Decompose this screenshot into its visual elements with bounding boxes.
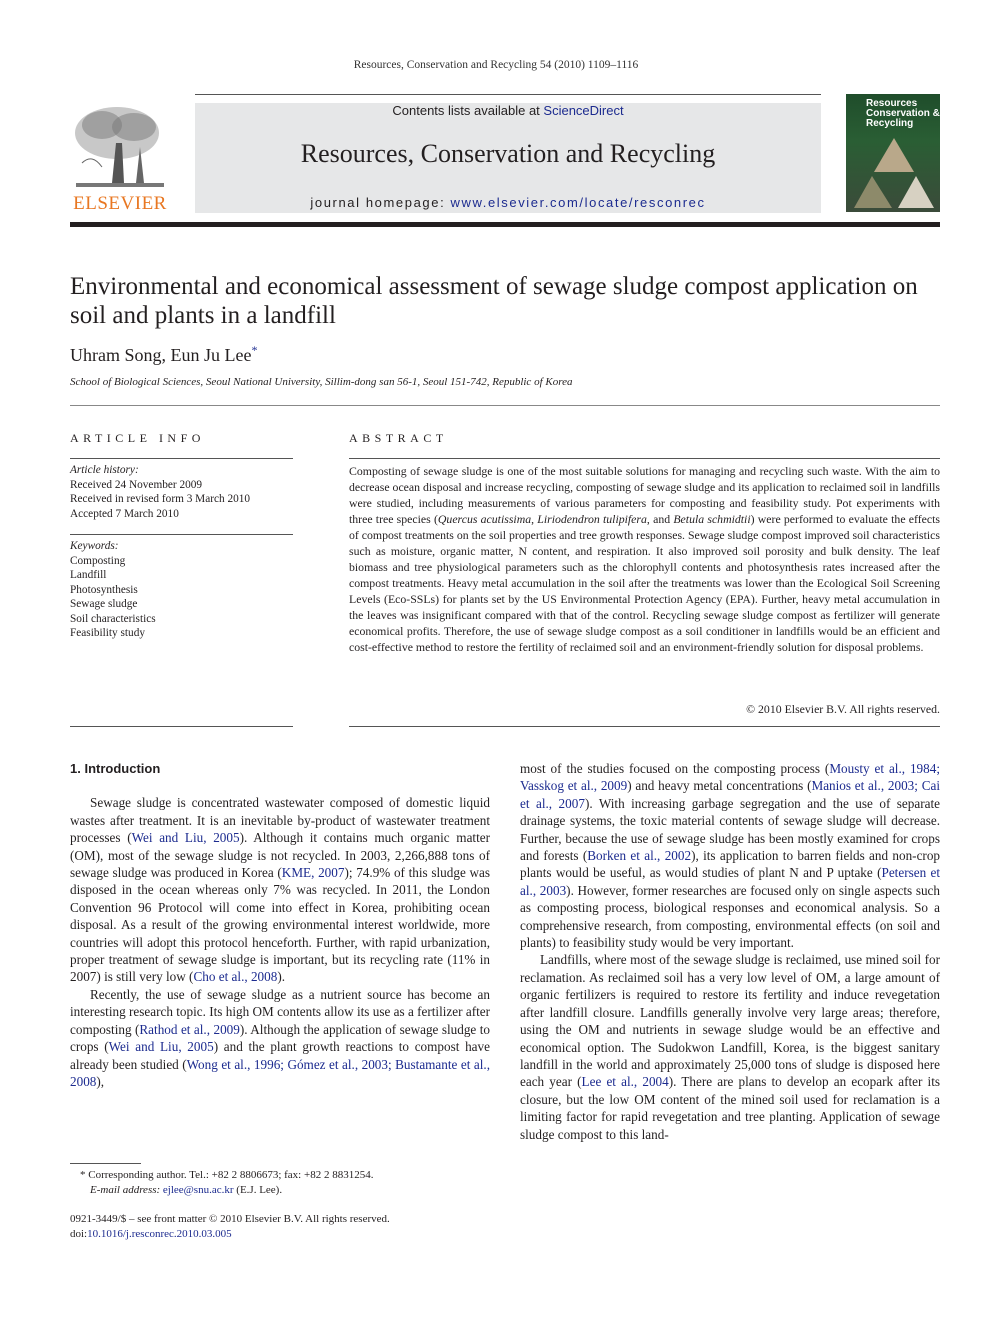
abstract-heading: ABSTRACT — [349, 431, 448, 445]
elsevier-wordmark: ELSEVIER — [73, 193, 167, 214]
corresponding-text: Corresponding author. Tel.: +82 2 880667… — [85, 1169, 374, 1181]
citation-link[interactable]: KME, 2007 — [282, 865, 345, 880]
affiliation: School of Biological Sciences, Seoul Nat… — [70, 376, 573, 388]
header-rule — [195, 94, 821, 95]
keyword: Landfill — [70, 569, 107, 581]
issn-line: 0921-3449/$ – see front matter © 2010 El… — [70, 1213, 390, 1225]
introduction-heading: 1. Introduction — [70, 761, 161, 776]
citation-link[interactable]: Lee et al., 2004 — [582, 1074, 669, 1089]
abstract-segment: ) were performed to evaluate the effects… — [349, 512, 940, 654]
journal-cover[interactable]: Resources Conservation & Recycling — [846, 94, 940, 212]
text-segment: ) and heavy metal concentrations ( — [627, 778, 812, 794]
authors: Uhram Song, Eun Ju Lee* — [70, 343, 257, 366]
contents-line: Contents lists available at ScienceDirec… — [195, 103, 821, 118]
footnote-rule — [70, 1163, 141, 1164]
recycle-arrows-icon — [854, 138, 934, 208]
body-column-left: 1. Introduction Sewage sludge is concent… — [70, 760, 490, 1090]
article-title: Environmental and economical assessment … — [70, 273, 918, 329]
info-rule — [70, 458, 293, 459]
abstract-text: Composting of sewage sludge is one of th… — [349, 463, 940, 655]
body-column-right: most of the studies focused on the compo… — [520, 760, 940, 1143]
species-name: Liriodendron tulipifera — [537, 512, 647, 526]
keyword: Sewage sludge — [70, 598, 138, 610]
header-thick-rule — [70, 222, 940, 227]
abstract-rule — [349, 726, 940, 727]
intro-paragraph: Sewage sludge is concentrated wastewater… — [70, 794, 490, 985]
abstract-segment: , and — [646, 512, 674, 526]
intro-paragraph: Recently, the use of sewage sludge as a … — [70, 986, 490, 1090]
elsevier-tree-icon — [75, 107, 164, 187]
footnote: * Corresponding author. Tel.: +82 2 8806… — [80, 1168, 500, 1198]
text-segment: ); 74.9% of this sludge was disposed in … — [70, 865, 490, 985]
citation-link[interactable]: Cho et al., 2008 — [193, 969, 277, 984]
keywords: Keywords: Composting Landfill Photosynth… — [70, 539, 293, 641]
keyword: Feasibility study — [70, 627, 146, 639]
keywords-label: Keywords: — [70, 540, 119, 552]
history-received: Received 24 November 2009 — [70, 478, 203, 491]
journal-homepage: journal homepage: www.elsevier.com/locat… — [195, 195, 821, 210]
author-names: Uhram Song, Eun Ju Lee — [70, 345, 252, 365]
sciencedirect-link[interactable]: ScienceDirect — [543, 103, 623, 118]
text-segment: ). However, former researches are focuse… — [520, 882, 940, 951]
citation-link[interactable]: Rathod et al., 2009 — [139, 1022, 239, 1037]
intro-paragraph: most of the studies focused on the compo… — [520, 760, 940, 951]
homepage-prefix: journal homepage: — [310, 195, 451, 210]
email-suffix: (E.J. Lee). — [233, 1184, 283, 1196]
cover-title: Resources Conservation & Recycling — [866, 99, 940, 129]
running-head: Resources, Conservation and Recycling 54… — [353, 59, 639, 71]
journal-banner: Contents lists available at ScienceDirec… — [195, 103, 821, 213]
journal-title: Resources, Conservation and Recycling — [300, 139, 716, 168]
keyword: Composting — [70, 554, 126, 567]
text-segment: ), — [96, 1073, 105, 1089]
abstract-copyright: © 2010 Elsevier B.V. All rights reserved… — [746, 702, 940, 716]
section-rule — [70, 405, 940, 406]
history-revised: Received in revised form 3 March 2010 — [70, 493, 251, 505]
info-rule — [70, 726, 293, 727]
citation-link[interactable]: Borken et al., 2002 — [587, 848, 691, 863]
keyword: Photosynthesis — [70, 583, 138, 596]
homepage-link[interactable]: www.elsevier.com/locate/resconrec — [451, 195, 706, 210]
intro-paragraph: Landfills, where most of the sewage slud… — [520, 951, 940, 1142]
keyword: Soil characteristics — [70, 612, 156, 625]
email-line: E-mail address: ejlee@snu.ac.kr (E.J. Le… — [80, 1183, 500, 1198]
doi-line: doi:10.1016/j.resconrec.2010.03.005 — [70, 1227, 500, 1242]
article-info-heading: ARTICLE INFO — [70, 431, 205, 445]
corresponding-author-mark[interactable]: * — [251, 343, 257, 357]
citation-link[interactable]: Wei and Liu, 2005 — [109, 1039, 214, 1054]
info-rule — [70, 534, 293, 535]
elsevier-logo[interactable]: ELSEVIER — [70, 103, 170, 215]
corresponding-author-note: * Corresponding author. Tel.: +82 2 8806… — [80, 1168, 500, 1183]
front-matter: 0921-3449/$ – see front matter © 2010 El… — [70, 1212, 500, 1242]
text-segment: Landfills, where most of the sewage slud… — [520, 952, 940, 1090]
abstract-rule — [349, 458, 940, 459]
text-segment: most of the studies focused on the compo… — [520, 761, 830, 776]
citation-link[interactable]: Wei and Liu, 2005 — [132, 830, 240, 845]
history-label: Article history: — [70, 464, 139, 476]
doi-prefix: doi: — [70, 1228, 88, 1240]
cover-title-line: Recycling — [866, 118, 914, 129]
species-name: Quercus acutissima — [437, 512, 532, 526]
email-label: E-mail address: — [90, 1184, 161, 1196]
article-history: Article history: Received 24 November 20… — [70, 463, 293, 521]
history-accepted: Accepted 7 March 2010 — [70, 507, 179, 520]
contents-prefix: Contents lists available at — [392, 103, 544, 118]
email-link[interactable]: ejlee@snu.ac.kr — [163, 1184, 234, 1196]
doi-link[interactable]: 10.1016/j.resconrec.2010.03.005 — [87, 1228, 232, 1240]
text-segment: ). — [277, 969, 286, 985]
species-name: Betula schmidtii — [673, 512, 751, 526]
